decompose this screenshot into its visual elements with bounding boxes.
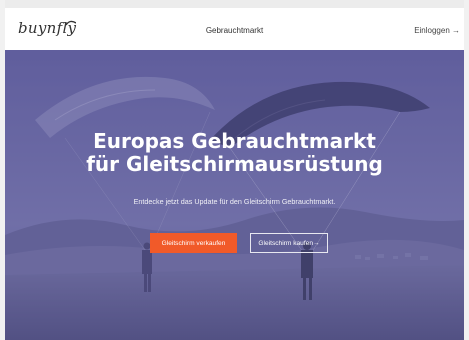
hero-tint-overlay xyxy=(5,50,464,340)
buy-paraglider-button[interactable]: Gleitschirm kaufen→ xyxy=(250,233,328,253)
hero-headline: Europas Gebrauchtmarkt für Gleitschirmau… xyxy=(5,130,464,176)
hero-headline-line1: Europas Gebrauchtmarkt xyxy=(93,129,376,153)
browser-frame-right xyxy=(464,0,469,340)
nav-marketplace-link[interactable]: Gebrauchtmarkt xyxy=(5,26,464,35)
browser-frame-top xyxy=(0,0,469,8)
hero-section: Europas Gebrauchtmarkt für Gleitschirmau… xyxy=(5,50,464,340)
hero-subheadline: Entdecke jetzt das Update für den Gleits… xyxy=(133,197,336,206)
hero-headline-line2: für Gleitschirmausrüstung xyxy=(86,152,383,176)
login-link[interactable]: Einloggen → xyxy=(414,26,460,35)
sell-paraglider-button[interactable]: Gleitschirm verkaufen xyxy=(150,233,237,253)
site-header: buynfly Gebrauchtmarkt Einloggen → xyxy=(5,8,464,50)
